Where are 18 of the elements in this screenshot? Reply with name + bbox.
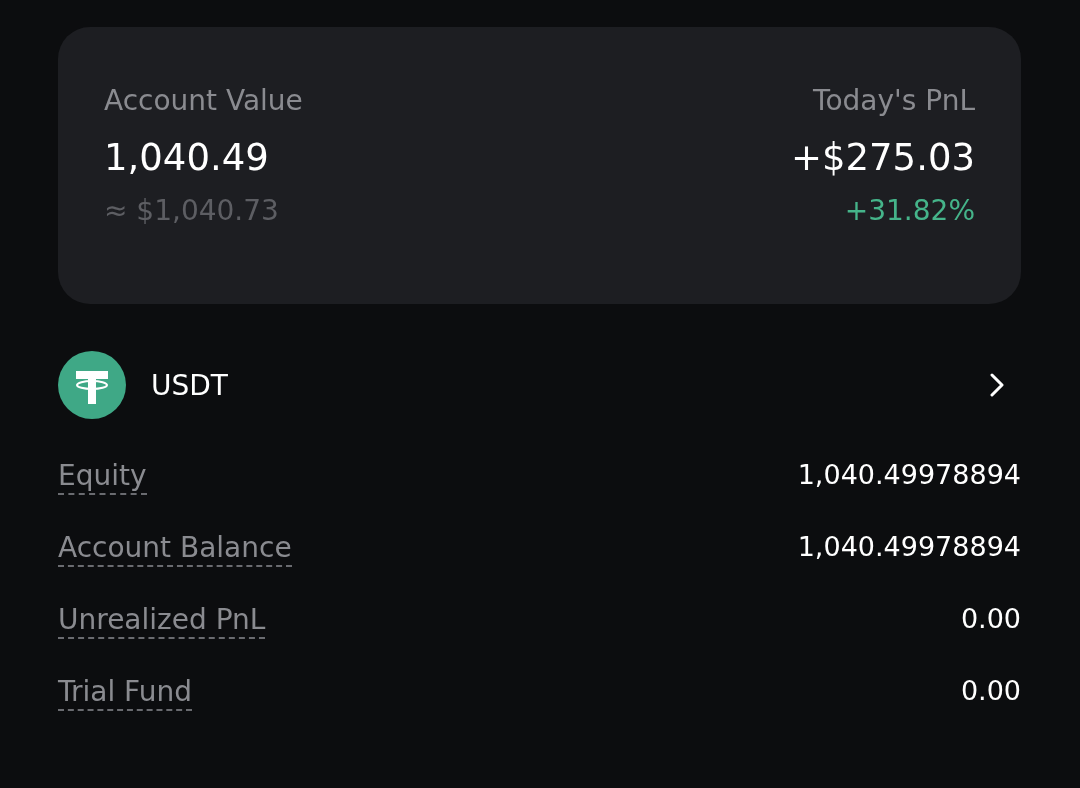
chevron-right-icon: [990, 373, 1004, 397]
detail-value: 1,040.49978894: [797, 459, 1021, 492]
detail-value: 0.00: [960, 675, 1021, 708]
detail-value: 1,040.49978894: [797, 531, 1021, 564]
approx-usd-value: ≈ $1,040.73: [104, 197, 279, 225]
todays-pnl-label: Today's PnL: [813, 87, 975, 119]
tether-coin-icon: [58, 351, 126, 419]
detail-label[interactable]: Equity: [58, 459, 147, 495]
detail-label[interactable]: Trial Fund: [58, 675, 192, 711]
asset-row[interactable]: USDT: [58, 351, 1021, 419]
detail-value: 0.00: [960, 603, 1021, 636]
asset-name: USDT: [151, 368, 229, 402]
todays-pnl-value: +$275.03: [791, 139, 975, 181]
todays-pnl-percent: +31.82%: [844, 197, 975, 225]
detail-label[interactable]: Unrealized PnL: [58, 603, 266, 639]
account-value-label: Account Value: [104, 87, 303, 119]
detail-label[interactable]: Account Balance: [58, 531, 292, 567]
account-value: 1,040.49: [104, 139, 269, 181]
